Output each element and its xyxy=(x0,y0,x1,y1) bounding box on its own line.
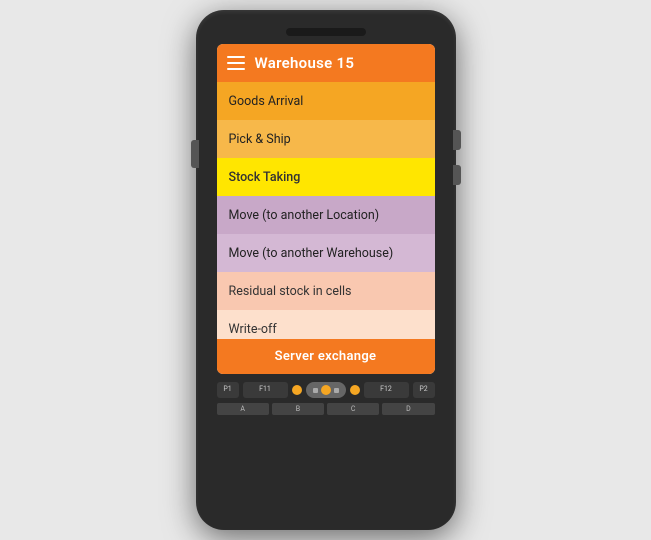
key-d[interactable]: D xyxy=(382,403,434,415)
hamburger-icon[interactable] xyxy=(227,56,245,70)
key-p2[interactable]: P2 xyxy=(413,382,435,398)
menu-item-stock-taking[interactable]: Stock Taking xyxy=(217,158,435,196)
device-keypad: P1 F11 F12 P2 A B C D xyxy=(217,382,435,415)
server-exchange-button[interactable]: Server exchange xyxy=(217,339,435,374)
keypad-fn-row: P1 F11 F12 P2 xyxy=(217,382,435,398)
side-button-left[interactable] xyxy=(191,140,199,168)
keypad-alpha-row: A B C D xyxy=(217,403,435,415)
key-c[interactable]: C xyxy=(327,403,379,415)
nav-center-btn[interactable] xyxy=(321,385,331,395)
screen-bezel: Warehouse 15 Goods Arrival Pick & Ship S… xyxy=(217,44,435,374)
nav-left-yellow[interactable] xyxy=(292,385,302,395)
handheld-device: Warehouse 15 Goods Arrival Pick & Ship S… xyxy=(196,10,456,530)
app-header: Warehouse 15 xyxy=(217,44,435,82)
key-p1[interactable]: P1 xyxy=(217,382,239,398)
menu-item-residual-stock[interactable]: Residual stock in cells xyxy=(217,272,435,310)
key-b[interactable]: B xyxy=(272,403,324,415)
device-top-bar xyxy=(286,28,366,36)
key-f12[interactable]: F12 xyxy=(364,382,409,398)
menu-item-pick-ship[interactable]: Pick & Ship xyxy=(217,120,435,158)
menu-item-move-warehouse[interactable]: Move (to another Warehouse) xyxy=(217,234,435,272)
nav-right-arrow xyxy=(334,388,339,393)
key-a[interactable]: A xyxy=(217,403,269,415)
header-title: Warehouse 15 xyxy=(255,54,355,72)
key-f11[interactable]: F11 xyxy=(243,382,288,398)
menu-list: Goods Arrival Pick & Ship Stock Taking M… xyxy=(217,82,435,339)
nav-left-arrow xyxy=(313,388,318,393)
menu-item-goods-arrival[interactable]: Goods Arrival xyxy=(217,82,435,120)
menu-item-write-off[interactable]: Write-off xyxy=(217,310,435,339)
app-screen: Warehouse 15 Goods Arrival Pick & Ship S… xyxy=(217,44,435,374)
side-button-right-top[interactable] xyxy=(453,130,461,150)
nav-right-yellow[interactable] xyxy=(350,385,360,395)
menu-item-move-location[interactable]: Move (to another Location) xyxy=(217,196,435,234)
nav-dpad[interactable] xyxy=(306,382,346,398)
side-button-right-bottom[interactable] xyxy=(453,165,461,185)
